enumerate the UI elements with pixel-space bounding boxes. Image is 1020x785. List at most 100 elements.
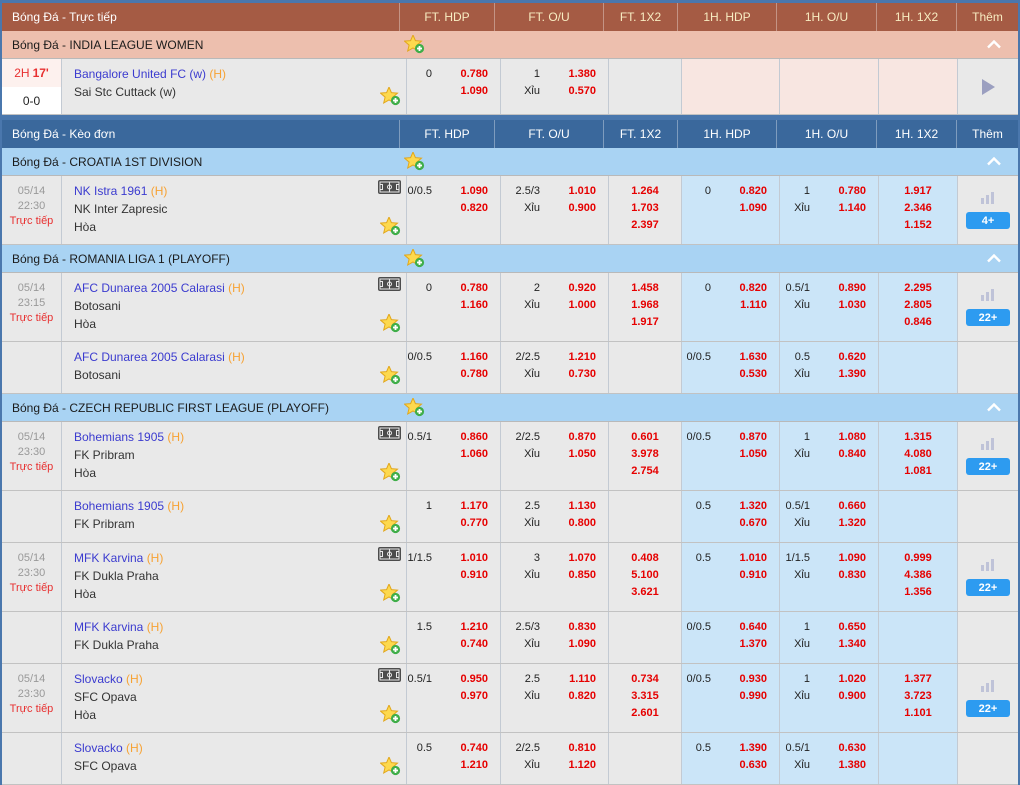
star-add-icon[interactable] [380,757,401,781]
odds-value[interactable]: 0.640 [721,619,779,636]
play-icon[interactable] [982,79,995,95]
odds-value[interactable]: 1.917 [879,183,957,200]
odds-value[interactable]: 1.090 [820,550,878,567]
odds-value[interactable]: 1.320 [820,515,878,532]
odds-value[interactable]: 0.810 [550,740,608,757]
odds-value[interactable]: 1.210 [442,619,500,636]
odds-value[interactable]: 1.390 [721,740,779,757]
odds-value[interactable]: 0.820 [721,280,779,297]
odds-value[interactable]: 0.900 [550,200,608,217]
odds-value[interactable]: 0.620 [820,349,878,366]
odds-value[interactable]: 3.315 [609,688,681,705]
odds-value[interactable]: 0.670 [721,515,779,532]
collapse-chevron-icon[interactable] [986,40,1018,49]
star-add-icon[interactable] [380,87,401,111]
star-add-icon[interactable] [404,35,425,54]
odds-value[interactable]: 1.130 [550,498,608,515]
odds-value[interactable]: 1.010 [442,550,500,567]
odds-value[interactable]: 0.900 [820,688,878,705]
odds-value[interactable]: 0.740 [442,740,500,757]
odds-value[interactable]: 1.380 [550,66,608,83]
odds-value[interactable]: 0.780 [820,183,878,200]
odds-value[interactable]: 1.090 [550,636,608,653]
odds-value[interactable]: 0.734 [609,671,681,688]
star-add-icon[interactable] [380,515,401,539]
odds-value[interactable]: 1.210 [550,349,608,366]
odds-value[interactable]: 4.386 [879,567,957,584]
league-row[interactable]: Bóng Đá - CZECH REPUBLIC FIRST LEAGUE (P… [2,394,1018,422]
odds-value[interactable]: 1.101 [879,705,957,722]
more-bets-button[interactable]: 22+ [966,700,1010,717]
odds-value[interactable]: 0.570 [550,83,608,100]
odds-value[interactable]: 1.630 [721,349,779,366]
odds-value[interactable]: 0.846 [879,314,957,331]
odds-value[interactable]: 0.408 [609,550,681,567]
odds-value[interactable]: 0.820 [550,688,608,705]
odds-value[interactable]: 1.968 [609,297,681,314]
odds-value[interactable]: 1.210 [442,757,500,774]
odds-value[interactable]: 1.917 [609,314,681,331]
odds-value[interactable]: 0.660 [820,498,878,515]
odds-value[interactable]: 1.020 [820,671,878,688]
collapse-chevron-icon[interactable] [986,403,1018,412]
odds-value[interactable]: 2.346 [879,200,957,217]
odds-value[interactable]: 0.970 [442,688,500,705]
odds-value[interactable]: 1.070 [550,550,608,567]
odds-value[interactable]: 0.850 [550,567,608,584]
star-add-icon[interactable] [380,584,401,608]
odds-value[interactable]: 0.800 [550,515,608,532]
odds-value[interactable]: 1.090 [442,83,500,100]
star-add-icon[interactable] [380,463,401,487]
odds-value[interactable]: 1.160 [442,349,500,366]
odds-value[interactable]: 1.160 [442,297,500,314]
odds-value[interactable]: 5.100 [609,567,681,584]
star-add-icon[interactable] [404,249,425,268]
odds-value[interactable]: 1.050 [550,446,608,463]
odds-value[interactable]: 1.458 [609,280,681,297]
odds-value[interactable]: 1.000 [550,297,608,314]
odds-value[interactable]: 0.780 [442,366,500,383]
odds-value[interactable]: 2.601 [609,705,681,722]
star-add-icon[interactable] [380,705,401,729]
odds-value[interactable]: 1.377 [879,671,957,688]
odds-value[interactable]: 3.978 [609,446,681,463]
odds-value[interactable]: 0.770 [442,515,500,532]
odds-value[interactable]: 2.397 [609,217,681,234]
star-add-icon[interactable] [404,152,425,171]
odds-value[interactable]: 0.780 [442,66,500,83]
star-add-icon[interactable] [380,217,401,241]
odds-value[interactable]: 1.370 [721,636,779,653]
odds-value[interactable]: 1.060 [442,446,500,463]
more-bets-button[interactable]: 22+ [966,309,1010,326]
odds-value[interactable]: 2.754 [609,463,681,480]
odds-value[interactable]: 3.621 [609,584,681,601]
odds-value[interactable]: 0.740 [442,636,500,653]
odds-value[interactable]: 0.530 [721,366,779,383]
odds-value[interactable]: 1.390 [820,366,878,383]
odds-value[interactable]: 2.805 [879,297,957,314]
odds-value[interactable]: 0.840 [820,446,878,463]
odds-value[interactable]: 1.340 [820,636,878,653]
odds-value[interactable]: 0.630 [721,757,779,774]
odds-value[interactable]: 1.110 [550,671,608,688]
odds-value[interactable]: 1.090 [721,200,779,217]
more-bets-button[interactable]: 4+ [966,212,1010,229]
odds-value[interactable]: 1.356 [879,584,957,601]
odds-value[interactable]: 1.703 [609,200,681,217]
odds-value[interactable]: 1.030 [820,297,878,314]
odds-value[interactable]: 1.050 [721,446,779,463]
odds-value[interactable]: 0.950 [442,671,500,688]
odds-value[interactable]: 0.780 [442,280,500,297]
odds-value[interactable]: 1.110 [721,297,779,314]
more-bets-button[interactable]: 22+ [966,579,1010,596]
collapse-chevron-icon[interactable] [986,254,1018,263]
odds-value[interactable]: 0.830 [550,619,608,636]
odds-value[interactable]: 1.170 [442,498,500,515]
odds-value[interactable]: 1.010 [721,550,779,567]
odds-value[interactable]: 0.870 [550,429,608,446]
odds-value[interactable]: 0.990 [721,688,779,705]
league-row[interactable]: Bóng Đá - ROMANIA LIGA 1 (PLAYOFF) [2,245,1018,273]
odds-value[interactable]: 1.120 [550,757,608,774]
odds-value[interactable]: 0.830 [820,567,878,584]
odds-value[interactable]: 0.601 [609,429,681,446]
